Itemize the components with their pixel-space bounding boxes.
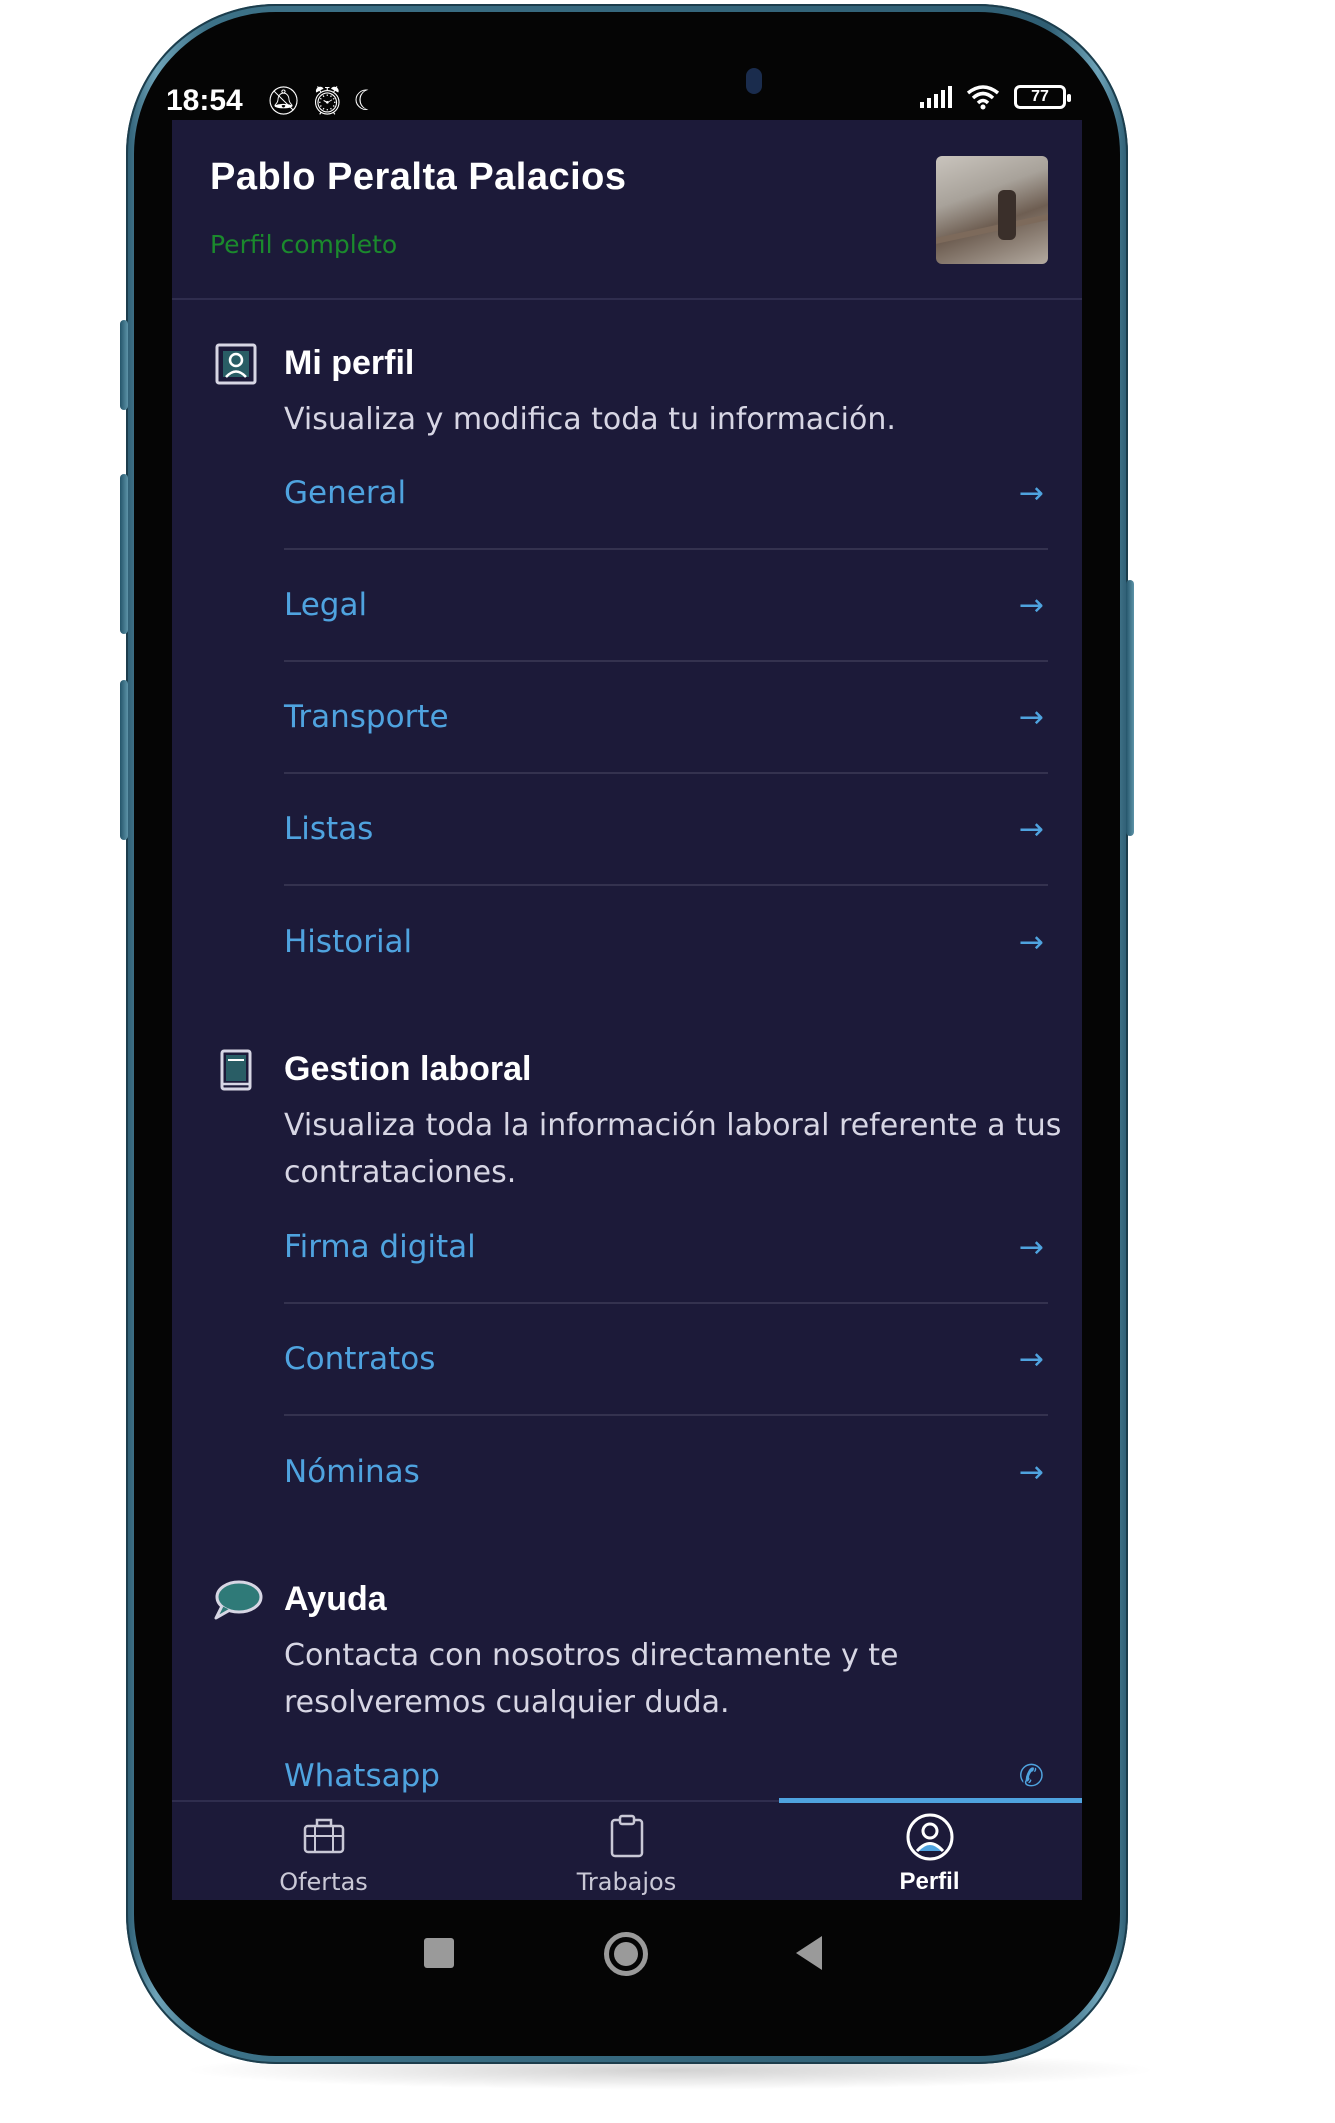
wifi-icon: [966, 85, 1000, 110]
chat-bubble-icon: [214, 1580, 263, 1620]
link-label: Firma digital: [284, 1229, 476, 1265]
link-contratos[interactable]: Contratos →: [284, 1304, 1048, 1416]
arrow-right-icon: →: [1018, 699, 1044, 735]
user-name: Pablo Peralta Palacios: [210, 156, 627, 198]
nav-tab-perfil[interactable]: Perfil: [778, 1802, 1081, 1900]
book-icon: [220, 1049, 252, 1091]
nav-label: Perfil: [899, 1868, 960, 1895]
section-title: Ayuda: [284, 1580, 387, 1618]
clipboard-icon: [610, 1814, 644, 1858]
battery-indicator: 77: [1014, 85, 1071, 109]
nav-tab-trabajos[interactable]: Trabajos: [475, 1802, 778, 1900]
profile-card-icon: [215, 343, 257, 385]
link-listas[interactable]: Listas →: [284, 774, 1048, 886]
link-firma-digital[interactable]: Firma digital →: [284, 1192, 1048, 1304]
arrow-right-icon: →: [1018, 587, 1044, 623]
link-general[interactable]: General →: [284, 438, 1048, 550]
signal-icon: [920, 86, 952, 108]
nav-label: Ofertas: [279, 1868, 368, 1896]
volume-up-button: [120, 320, 128, 410]
phone-icon: ✆: [1018, 1758, 1044, 1794]
link-label: Transporte: [284, 699, 449, 735]
arrow-right-icon: →: [1018, 811, 1044, 847]
section-description: Visualiza toda la información laboral re…: [284, 1108, 1062, 1190]
avatar[interactable]: [936, 156, 1048, 264]
link-label: Listas: [284, 811, 374, 847]
link-label: General: [284, 475, 407, 511]
system-nav-bar: [126, 1920, 1128, 2000]
moon-icon: ☾: [353, 84, 387, 117]
status-right-icons: 77: [920, 84, 1071, 110]
recents-button[interactable]: [424, 1938, 454, 1968]
bell-off-icon: 🔕︎: [266, 84, 310, 117]
alarm-icon: ⏰︎: [309, 84, 354, 117]
link-label: Nóminas: [284, 1454, 420, 1490]
app-screen: Pablo Peralta Palacios Perfil completo M…: [172, 120, 1082, 1900]
link-label: Contratos: [284, 1341, 436, 1377]
status-notification-icons: 🔕︎⏰︎☾: [266, 84, 386, 117]
section-description: Visualiza y modifica toda tu información…: [284, 402, 896, 437]
arrow-right-icon: →: [1018, 1341, 1044, 1377]
arrow-right-icon: →: [1018, 1229, 1044, 1265]
link-historial[interactable]: Historial →: [284, 886, 1048, 998]
nav-tab-ofertas[interactable]: Ofertas: [172, 1802, 475, 1900]
status-time: 18:54: [166, 84, 243, 117]
link-transporte[interactable]: Transporte →: [284, 662, 1048, 774]
section-title: Gestion laboral: [284, 1050, 532, 1088]
arrow-right-icon: →: [1018, 1454, 1044, 1490]
nav-label: Trabajos: [576, 1868, 677, 1896]
arrow-right-icon: →: [1018, 475, 1044, 511]
profile-status: Perfil completo: [210, 230, 398, 259]
section-title: Mi perfil: [284, 344, 415, 382]
profile-header: Pablo Peralta Palacios Perfil completo: [172, 120, 1082, 300]
user-circle-icon: [906, 1813, 954, 1861]
link-label: Whatsapp: [284, 1758, 440, 1794]
phone-frame: 18:54 🔕︎⏰︎☾ 77 Pablo Peralta Palacios Pe…: [120, 4, 1134, 2064]
back-button[interactable]: [796, 1936, 822, 1970]
bottom-nav: Ofertas Trabajos Perfil: [172, 1798, 1082, 1900]
link-legal[interactable]: Legal →: [284, 550, 1048, 662]
briefcase-icon: [303, 1818, 345, 1854]
power-button: [1126, 580, 1134, 836]
link-nominas[interactable]: Nóminas →: [284, 1416, 1048, 1528]
side-button: [120, 680, 128, 840]
volume-down-button: [120, 474, 128, 634]
section-description: Contacta con nosotros directamente y te …: [284, 1638, 899, 1720]
home-button[interactable]: [604, 1932, 648, 1976]
arrow-right-icon: →: [1018, 924, 1044, 960]
link-label: Historial: [284, 924, 413, 960]
link-label: Legal: [284, 587, 368, 623]
